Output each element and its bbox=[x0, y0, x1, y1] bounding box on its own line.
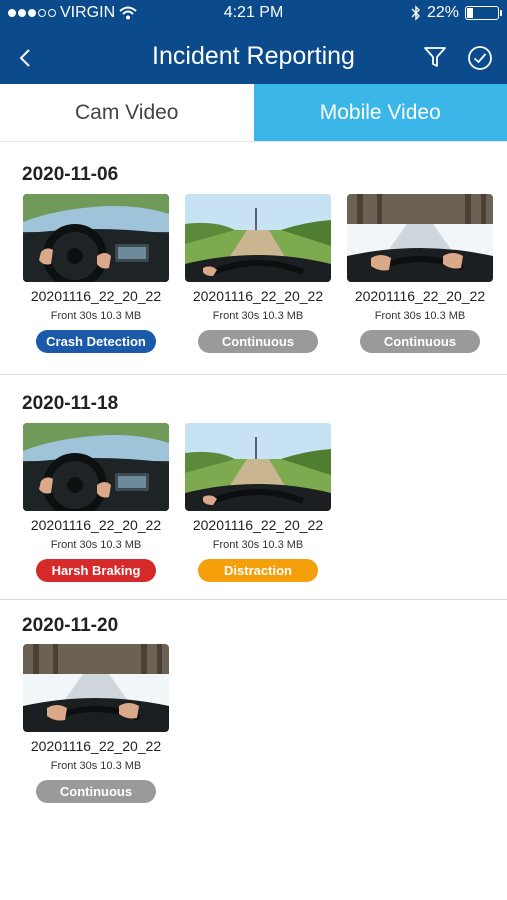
date-section: 2020-11-18 20201116_22_20_22 Front 30s 1… bbox=[0, 375, 507, 600]
video-meta: Front 30s 10.3 MB bbox=[212, 310, 304, 322]
video-card[interactable]: 20201116_22_20_22 Front 30s 10.3 MB Dist… bbox=[185, 423, 331, 582]
battery-fill bbox=[467, 8, 473, 18]
section-date: 2020-11-06 bbox=[22, 164, 119, 185]
video-card[interactable]: 20201116_22_20_22 Front 30s 10.3 MB Cont… bbox=[185, 194, 331, 353]
video-card[interactable]: 20201116_22_20_22 Front 30s 10.3 MB Hars… bbox=[23, 423, 169, 582]
video-thumbnail[interactable] bbox=[185, 194, 331, 282]
filter-icon[interactable] bbox=[423, 45, 447, 69]
section-date: 2020-11-20 bbox=[22, 615, 119, 636]
tab-mobile-video[interactable]: Mobile Video bbox=[253, 84, 507, 141]
video-card[interactable]: 20201116_22_20_22 Front 30s 10.3 MB Cont… bbox=[23, 644, 169, 803]
video-thumbnail[interactable] bbox=[23, 194, 169, 282]
video-filename: 20201116_22_20_22 bbox=[30, 288, 162, 304]
section-date: 2020-11-18 bbox=[22, 393, 119, 414]
video-thumbnail[interactable] bbox=[23, 644, 169, 732]
video-meta: Front 30s 10.3 MB bbox=[374, 310, 466, 322]
video-filename: 20201116_22_20_22 bbox=[354, 288, 486, 304]
status-right: 22% bbox=[411, 4, 502, 22]
date-section: 2020-11-06 20201116_22_20_22 Front 30s 1… bbox=[0, 142, 507, 375]
video-card[interactable]: 20201116_22_20_22 Front 30s 10.3 MB Cont… bbox=[347, 194, 493, 353]
status-bar: VIRGIN 4:21 PM 22% bbox=[0, 0, 507, 28]
video-thumbnail[interactable] bbox=[185, 423, 331, 511]
video-meta: Front 30s 10.3 MB bbox=[212, 539, 304, 551]
battery-icon bbox=[465, 6, 502, 20]
event-tag-badge: Distraction bbox=[198, 559, 318, 582]
tab-cam-video-label: Cam Video bbox=[74, 100, 179, 124]
event-tag-badge: Continuous bbox=[198, 330, 318, 353]
tab-cam-video[interactable]: Cam Video bbox=[0, 84, 254, 141]
video-thumbnail[interactable] bbox=[347, 194, 493, 282]
nav-bar: Incident Reporting bbox=[0, 28, 507, 84]
battery-percent: 22% bbox=[426, 4, 459, 21]
date-section: 2020-11-20 20201116_22_20_22 Front 30s 1… bbox=[0, 600, 507, 820]
video-filename: 20201116_22_20_22 bbox=[192, 288, 324, 304]
event-tag-badge: Continuous bbox=[360, 330, 480, 353]
event-tag-badge: Harsh Braking bbox=[36, 559, 156, 582]
bluetooth-icon bbox=[411, 5, 420, 21]
video-filename: 20201116_22_20_22 bbox=[30, 738, 162, 754]
video-source-tabs: Cam Video Mobile Video bbox=[0, 84, 507, 142]
tab-mobile-video-label: Mobile Video bbox=[319, 100, 441, 124]
video-meta: Front 30s 10.3 MB bbox=[50, 760, 142, 772]
event-tag-badge: Continuous bbox=[36, 780, 156, 803]
video-card[interactable]: 20201116_22_20_22 Front 30s 10.3 MB Cras… bbox=[23, 194, 169, 353]
video-thumbnail[interactable] bbox=[23, 423, 169, 511]
event-tag-badge: Crash Detection bbox=[36, 330, 156, 353]
video-meta: Front 30s 10.3 MB bbox=[50, 310, 142, 322]
video-filename: 20201116_22_20_22 bbox=[192, 517, 324, 533]
video-meta: Front 30s 10.3 MB bbox=[50, 539, 142, 551]
check-circle-icon[interactable] bbox=[467, 45, 493, 71]
video-filename: 20201116_22_20_22 bbox=[30, 517, 162, 533]
